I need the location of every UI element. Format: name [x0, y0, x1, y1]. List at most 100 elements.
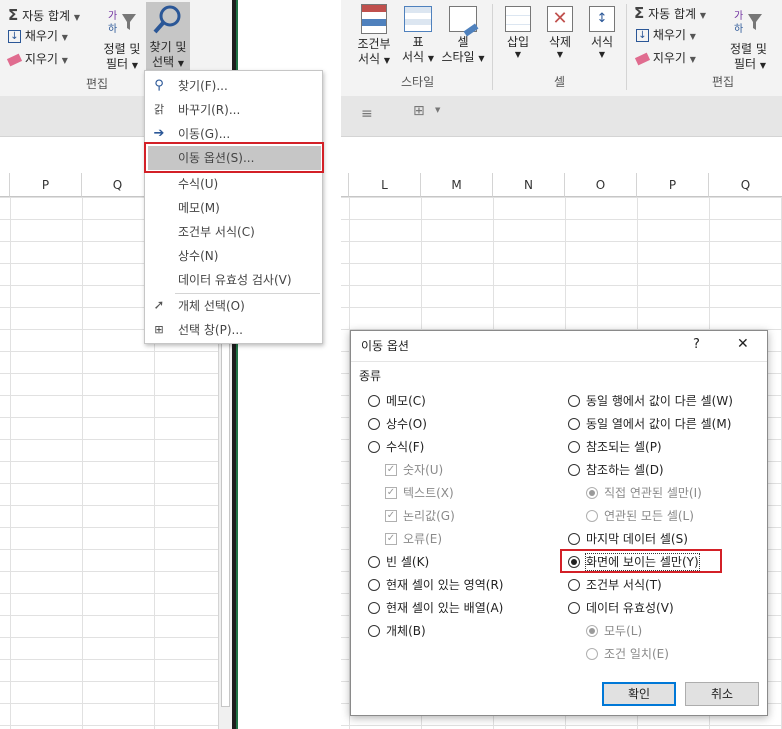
sigma-icon: Σ	[8, 6, 19, 24]
highlight-box-dialog	[560, 549, 722, 573]
edit-group-label: 편집	[712, 75, 735, 89]
insert-label: 삽입	[506, 35, 530, 49]
column-header-p[interactable]: P	[637, 173, 709, 197]
svg-text:하: 하	[734, 22, 743, 35]
column-header[interactable]	[341, 173, 349, 197]
sort-filter-button[interactable]: 가 하 정렬 및 필터 ▼	[100, 4, 144, 74]
menu-item-constants[interactable]: 상수(N)	[145, 244, 322, 268]
radio-button[interactable]	[568, 418, 580, 430]
sigma-icon: Σ	[634, 4, 645, 22]
menu-lines-icon[interactable]: ≡	[361, 106, 373, 122]
chevron-down-icon: ▼	[514, 50, 522, 59]
chevron-down-icon[interactable]: ▼	[435, 106, 440, 114]
column-header[interactable]	[0, 173, 10, 197]
styles-group-label: 스타일	[401, 75, 435, 89]
chevron-down-icon: ▼	[689, 32, 696, 41]
chevron-down-icon: ▼	[598, 50, 606, 59]
sort-filter-icon: 가 하	[734, 10, 762, 35]
selection-pane-icon: ⊞	[154, 323, 164, 336]
cancel-button[interactable]: 취소	[685, 682, 759, 706]
column-header-o[interactable]: O	[565, 173, 637, 197]
fill-label: 채우기	[652, 28, 686, 42]
menu-item-select-objects[interactable]: ➚ 개체 선택(O)	[145, 294, 322, 318]
sort-filter-button-right[interactable]: 가 하 정렬 및 필터 ▼	[730, 4, 782, 74]
format-button[interactable]: ↕ 서식 ▼	[582, 4, 622, 59]
fill-down-icon: ↓	[636, 29, 649, 42]
column-header-l[interactable]: L	[349, 173, 421, 197]
formula-bar-right	[341, 136, 782, 173]
radio-button[interactable]	[568, 441, 580, 453]
menu-item-formulas[interactable]: 수식(U)	[145, 172, 322, 196]
radio-button[interactable]	[368, 395, 380, 407]
format-as-table-label-1: 표	[412, 35, 424, 49]
radio-button[interactable]	[368, 418, 380, 430]
menu-item-comments[interactable]: 메모(M)	[145, 196, 322, 220]
autosum-label: 자동 합계	[648, 7, 697, 21]
radio-button[interactable]	[568, 533, 580, 545]
dialog-title-separator	[351, 361, 767, 362]
radio-button[interactable]	[368, 441, 380, 453]
radio-button[interactable]	[568, 579, 580, 591]
radio-button[interactable]	[368, 625, 380, 637]
fill-button[interactable]: ↓ 채우기 ▼	[8, 29, 68, 44]
clear-button[interactable]: 지우기 ▼	[6, 52, 68, 67]
sort-filter-label-2: 필터 ▼	[734, 57, 767, 71]
radio-button[interactable]	[368, 602, 380, 614]
cell-styles-button[interactable]: 셀 스타일 ▼	[438, 4, 488, 66]
radio-button[interactable]	[568, 395, 580, 407]
column-header-q[interactable]: Q	[709, 173, 782, 197]
chevron-down-icon: ▼	[689, 55, 696, 64]
radio-button	[586, 510, 598, 522]
find-select-label-1: 찾기 및	[149, 40, 187, 54]
insert-cells-icon	[505, 6, 531, 32]
sort-filter-label-1: 정렬 및	[103, 42, 141, 56]
find-select-button[interactable]: 찾기 및 선택 ▼	[146, 2, 190, 74]
radio-button[interactable]	[568, 464, 580, 476]
find-select-label-2: 선택 ▼	[151, 55, 185, 69]
conditional-format-label-1: 조건부	[357, 37, 391, 51]
column-header-m[interactable]: M	[421, 173, 493, 197]
ok-button[interactable]: 확인	[602, 682, 676, 706]
cell-styles-label-1: 셀	[457, 35, 469, 49]
delete-cells-icon: ✕	[547, 6, 573, 32]
radio-button	[586, 487, 598, 499]
border-icon[interactable]: ⊞	[413, 103, 425, 119]
menu-item-replace[interactable]: 갉 바꾸기(R)...	[145, 98, 322, 122]
column-header-n[interactable]: N	[493, 173, 565, 197]
table-icon	[404, 6, 432, 32]
delete-button[interactable]: ✕ 삭제 ▼	[540, 4, 580, 59]
close-icon[interactable]: ✕	[737, 336, 749, 352]
column-header-p[interactable]: P	[10, 173, 82, 197]
conditional-format-button[interactable]: 조건부 서식 ▼	[352, 4, 396, 68]
autosum-button-right[interactable]: Σ 자동 합계 ▼	[634, 4, 706, 22]
menu-item-selection-pane[interactable]: ⊞ 선택 창(P)...	[145, 318, 322, 342]
fill-label: 채우기	[24, 29, 58, 43]
find-select-menu: ⚲ 찾기(F)... 갉 바꾸기(R)... ➔ 이동(G)... 이동 옵션(…	[144, 70, 323, 344]
format-as-table-button[interactable]: 표 서식 ▼	[398, 4, 438, 66]
insert-button[interactable]: 삽입 ▼	[498, 4, 538, 59]
search-icon: ⚲	[154, 78, 164, 93]
radio-button[interactable]	[368, 556, 380, 568]
edit-group-label: 편집	[86, 77, 109, 91]
chevron-down-icon: ▼	[61, 56, 68, 65]
eraser-icon	[634, 52, 651, 65]
format-as-table-label-2: 서식 ▼	[401, 50, 435, 64]
help-button[interactable]: ?	[693, 337, 700, 352]
conditional-format-label-2: 서식 ▼	[357, 52, 391, 66]
menu-item-conditional-format[interactable]: 조건부 서식(C)	[145, 220, 322, 244]
checkbox: ✓	[385, 487, 397, 499]
checkbox: ✓	[385, 464, 397, 476]
menu-item-find[interactable]: ⚲ 찾기(F)...	[145, 74, 322, 98]
radio-button[interactable]	[368, 579, 380, 591]
fill-button-right[interactable]: ↓ 채우기 ▼	[636, 28, 696, 43]
clear-label: 지우기	[24, 52, 58, 66]
autosum-button[interactable]: Σ 자동 합계 ▼	[8, 6, 80, 24]
menu-item-data-validation[interactable]: 데이터 유효성 검사(V)	[145, 268, 322, 292]
clear-button-right[interactable]: 지우기 ▼	[634, 51, 696, 66]
radio-button[interactable]	[568, 602, 580, 614]
sort-filter-icon: 가 하	[108, 10, 136, 35]
checkbox: ✓	[385, 533, 397, 545]
chevron-down-icon: ▼	[61, 33, 68, 42]
goto-special-dialog: 이동 옵션 ? ✕ 종류 메모(C) 상수(O) 수식(F) ✓ 숫자(U) ✓ 텍…	[350, 330, 768, 716]
chevron-down-icon: ▼	[556, 50, 564, 59]
